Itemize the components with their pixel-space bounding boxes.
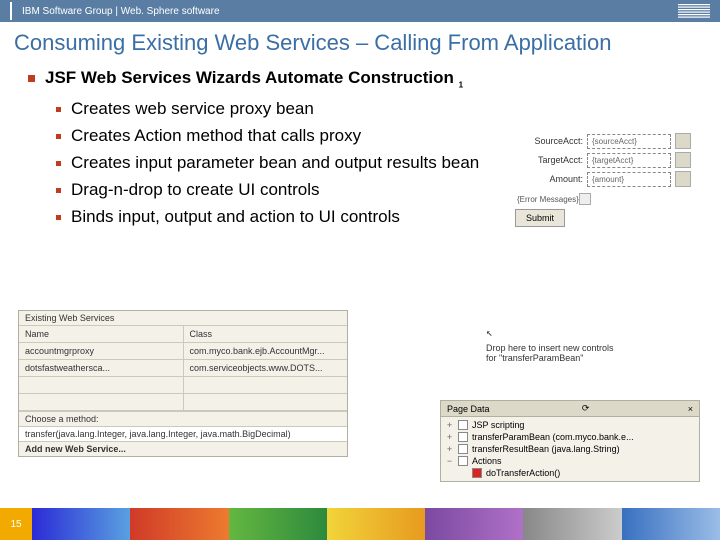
close-icon[interactable]: × bbox=[688, 404, 693, 414]
bullet-icon bbox=[56, 161, 61, 166]
ibm-logo-icon bbox=[678, 4, 710, 18]
lookup-icon[interactable] bbox=[675, 152, 691, 168]
cell-class: com.myco.bank.ejb.AccountMgr... bbox=[184, 343, 348, 359]
bullet-icon bbox=[56, 134, 61, 139]
bullet-text: Creates Action method that calls proxy bbox=[71, 126, 361, 146]
form-preview-panel: SourceAcct: {sourceAcct} TargetAcct: {ta… bbox=[515, 130, 700, 227]
bullet-text: Creates web service proxy bean bbox=[71, 99, 314, 119]
choose-method-label: Choose a method: bbox=[19, 411, 347, 427]
form-label: TargetAcct: bbox=[515, 155, 587, 165]
submit-button[interactable]: Submit bbox=[515, 209, 565, 227]
tree-node[interactable]: +transferResultBean (java.lang.String) bbox=[445, 443, 695, 455]
tree-node[interactable]: +transferParamBean (com.myco.bank.e... bbox=[445, 431, 695, 443]
bullet-text: Creates input parameter bean and output … bbox=[71, 153, 479, 173]
error-label: {Error Messages} bbox=[517, 195, 579, 204]
bullet-item: Creates web service proxy bean bbox=[56, 99, 692, 119]
bullet-text: Drag-n-drop to create UI controls bbox=[71, 180, 320, 200]
lookup-icon[interactable] bbox=[675, 133, 691, 149]
form-row: TargetAcct: {targetAcct} bbox=[515, 152, 700, 168]
slide-title: Consuming Existing Web Services – Callin… bbox=[0, 22, 720, 62]
topbar-text: IBM Software Group | Web. Sphere softwar… bbox=[22, 6, 220, 17]
lookup-icon[interactable] bbox=[675, 171, 691, 187]
bullet-icon bbox=[56, 107, 61, 112]
table-row[interactable] bbox=[19, 377, 347, 394]
divider bbox=[10, 2, 12, 20]
bullet-text: Binds input, output and action to UI con… bbox=[71, 207, 400, 227]
form-input[interactable]: {sourceAcct} bbox=[587, 134, 671, 149]
top-bar: IBM Software Group | Web. Sphere softwar… bbox=[0, 0, 720, 22]
cell-name: dotsfastweathersca... bbox=[19, 360, 184, 376]
page-data-panel: Page Data ⟳ × +JSP scripting +transferPa… bbox=[440, 400, 700, 482]
heading-footnote: 1 bbox=[459, 80, 463, 89]
bullet-icon bbox=[28, 75, 35, 82]
col-header-class: Class bbox=[184, 326, 348, 342]
footer: 15 bbox=[0, 508, 720, 540]
col-header-name: Name bbox=[19, 326, 184, 342]
form-label: Amount: bbox=[515, 174, 587, 184]
table-row[interactable]: accountmgrproxy com.myco.bank.ejb.Accoun… bbox=[19, 343, 347, 360]
cell-name: accountmgrproxy bbox=[19, 343, 184, 359]
bullet-icon bbox=[56, 215, 61, 220]
table-row[interactable]: dotsfastweathersca... com.serviceobjects… bbox=[19, 360, 347, 377]
table-row[interactable] bbox=[19, 394, 347, 411]
page-number: 15 bbox=[0, 508, 32, 540]
form-input[interactable]: {amount} bbox=[587, 172, 671, 187]
method-select[interactable]: transfer(java.lang.Integer, java.lang.In… bbox=[19, 427, 347, 441]
error-messages-row: {Error Messages} bbox=[517, 193, 700, 205]
page-data-title: Page Data bbox=[447, 404, 490, 414]
heading-row: JSF Web Services Wizards Automate Constr… bbox=[28, 68, 692, 89]
tree-node[interactable]: doTransferAction() bbox=[445, 467, 695, 479]
add-web-service-button[interactable]: Add new Web Service... bbox=[19, 441, 347, 456]
cursor-icon: ↖ bbox=[486, 326, 626, 339]
web-services-panel: Existing Web Services Name Class account… bbox=[18, 310, 348, 457]
form-row: Amount: {amount} bbox=[515, 171, 700, 187]
heading-text: JSF Web Services Wizards Automate Constr… bbox=[45, 68, 454, 87]
panel-toolbar-icon[interactable]: ⟳ bbox=[582, 403, 590, 414]
form-label: SourceAcct: bbox=[515, 136, 587, 146]
drop-hint-text: Drop here to insert new controls for "tr… bbox=[486, 343, 614, 363]
error-box-icon bbox=[579, 193, 591, 205]
form-input[interactable]: {targetAcct} bbox=[587, 153, 671, 168]
bullet-icon bbox=[56, 188, 61, 193]
footer-band bbox=[32, 508, 720, 540]
tree-node[interactable]: −Actions bbox=[445, 455, 695, 467]
drop-hint: ↖ Drop here to insert new controls for "… bbox=[480, 320, 632, 369]
tree-node[interactable]: +JSP scripting bbox=[445, 419, 695, 431]
form-row: SourceAcct: {sourceAcct} bbox=[515, 133, 700, 149]
panel-title: Existing Web Services bbox=[19, 311, 347, 326]
cell-class: com.serviceobjects.www.DOTS... bbox=[184, 360, 348, 376]
